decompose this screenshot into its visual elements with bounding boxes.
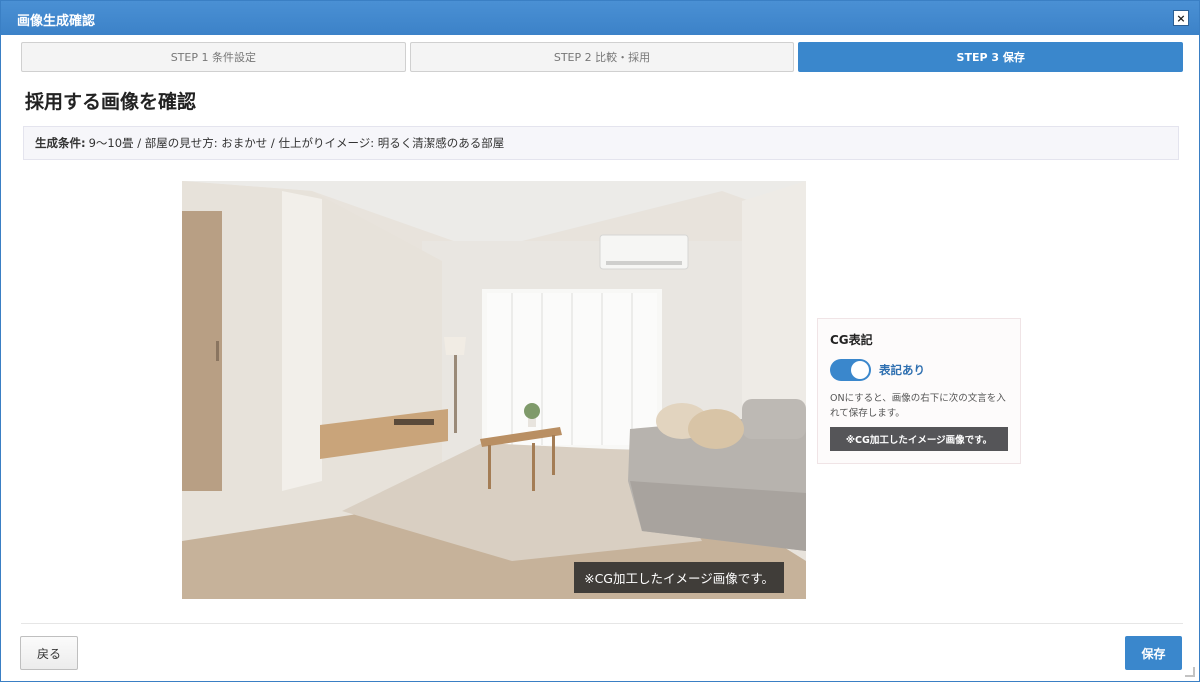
room-illustration: [182, 181, 806, 599]
cg-sample-text: ※CG加工したイメージ画像です。: [830, 427, 1008, 451]
cg-toggle-row: 表記あり: [830, 359, 1008, 381]
step-indicator: STEP 1 条件設定 STEP 2 比較・採用 STEP 3 保存: [21, 42, 1184, 72]
footer-divider: [21, 623, 1183, 624]
cg-notation-panel: CG表記 表記あり ONにすると、画像の右下に次の文言を入れて保存します。 ※C…: [817, 318, 1021, 464]
save-button[interactable]: 保存: [1125, 636, 1182, 670]
dialog-titlebar[interactable]: 画像生成確認 ×: [1, 1, 1199, 35]
step-1-tab[interactable]: STEP 1 条件設定: [21, 42, 406, 72]
step-3-tab[interactable]: STEP 3 保存: [798, 42, 1184, 72]
cg-watermark: ※CG加工したイメージ画像です。: [574, 562, 784, 593]
cg-panel-title: CG表記: [830, 333, 873, 347]
cg-description: ONにすると、画像の右下に次の文言を入れて保存します。: [830, 393, 1006, 419]
back-button[interactable]: 戻る: [20, 636, 78, 670]
conditions-value: 9〜10畳 / 部屋の見せ方: おまかせ / 仕上がりイメージ: 明るく清潔感の…: [88, 136, 505, 150]
cg-toggle-label: 表記あり: [879, 363, 925, 377]
page-title: 採用する画像を確認: [25, 91, 197, 113]
toggle-knob: [851, 361, 869, 379]
conditions-label: 生成条件:: [35, 136, 86, 150]
step-2-tab[interactable]: STEP 2 比較・採用: [409, 42, 795, 72]
resize-handle-icon[interactable]: [1185, 667, 1195, 677]
dialog-title: 画像生成確認: [17, 14, 96, 29]
image-generation-dialog: 画像生成確認 × STEP 1 条件設定 STEP 2 比較・採用 STEP 3…: [0, 0, 1200, 682]
cg-toggle-switch[interactable]: [830, 359, 871, 381]
generation-conditions: 生成条件: 9〜10畳 / 部屋の見せ方: おまかせ / 仕上がりイメージ: 明…: [23, 126, 1179, 160]
generated-room-image: ※CG加工したイメージ画像です。: [182, 181, 806, 599]
close-icon[interactable]: ×: [1173, 10, 1189, 26]
